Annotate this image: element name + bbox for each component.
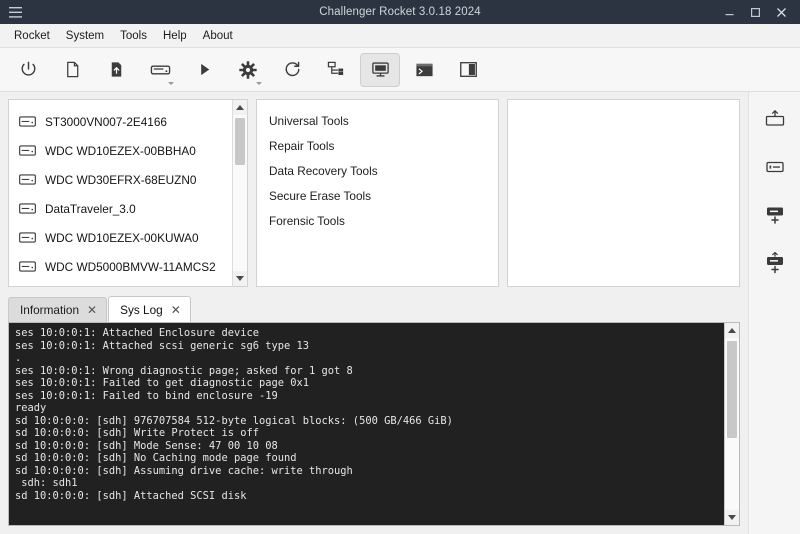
menu-item-tools[interactable]: Tools [112, 26, 155, 46]
list-item[interactable]: Secure Erase Tools [257, 183, 498, 208]
list-item[interactable]: Forensic Tools [257, 208, 498, 233]
drive-icon [19, 174, 37, 186]
list-item[interactable]: WDC WD5000BMVW-11AMCS2 [9, 252, 232, 281]
drive-icon [19, 116, 37, 128]
scroll-down-icon[interactable] [233, 271, 247, 286]
gear-icon[interactable] [228, 53, 268, 87]
scrollbar-thumb[interactable] [235, 118, 245, 165]
chevron-down-icon[interactable] [168, 81, 174, 85]
drives-panel: ST3000VN007-2E4166 WDC WD10EZEX-00BBHA0 [8, 99, 248, 287]
menu-bar: Rocket System Tools Help About [0, 24, 800, 48]
drive-label: WDC WD10EZEX-00KUWA0 [45, 230, 199, 245]
drive-eject-icon[interactable] [758, 106, 792, 132]
tab-label: Sys Log [120, 302, 163, 317]
tools-list[interactable]: Universal Tools Repair Tools Data Recove… [257, 100, 498, 286]
detail-panel[interactable] [507, 99, 740, 287]
drive-icon [19, 261, 37, 273]
top-panels: ST3000VN007-2E4166 WDC WD10EZEX-00BBHA0 [8, 99, 748, 287]
list-item[interactable]: ST3000VN007-2E4166 [9, 107, 232, 136]
content-column: ST3000VN007-2E4166 WDC WD10EZEX-00BBHA0 [0, 92, 748, 534]
drive-icon [19, 145, 37, 157]
tab-bar: Information ✕ Sys Log ✕ [8, 296, 748, 322]
window-controls [716, 0, 800, 24]
drive-icon[interactable] [140, 53, 180, 87]
drives-scrollbar[interactable] [232, 100, 247, 286]
menu-item-system[interactable]: System [58, 26, 112, 46]
app-window: Challenger Rocket 3.0.18 2024 Rocket Sys… [0, 0, 800, 534]
right-rail [748, 92, 800, 534]
drive-label: WDC WD30EFRX-68EUZN0 [45, 172, 197, 187]
list-item[interactable]: WDC WD30EFRX-68EUZN0 [9, 165, 232, 194]
drive-add-alt-icon[interactable] [758, 250, 792, 276]
network-tree-icon[interactable] [316, 53, 356, 87]
new-document-icon[interactable] [52, 53, 92, 87]
menu-item-help[interactable]: Help [155, 26, 195, 46]
tools-panel: Universal Tools Repair Tools Data Recove… [256, 99, 499, 287]
drive-icon [19, 203, 37, 215]
list-item[interactable]: WDC WD10EZEX-00BBHA0 [9, 136, 232, 165]
window-title: Challenger Rocket 3.0.18 2024 [319, 6, 481, 18]
monitor-icon[interactable] [360, 52, 400, 87]
terminal-icon[interactable] [404, 53, 444, 87]
close-icon[interactable]: ✕ [87, 304, 97, 316]
menu-item-rocket[interactable]: Rocket [6, 26, 58, 46]
chevron-down-icon[interactable] [256, 81, 262, 85]
refresh-icon[interactable] [272, 53, 312, 87]
minimize-icon[interactable] [716, 0, 742, 24]
drive-add-icon[interactable] [758, 202, 792, 228]
console-text-area[interactable]: ses 10:0:0:1: Attached Enclosure device … [9, 323, 724, 525]
list-item[interactable]: Universal Tools [257, 109, 498, 134]
scroll-down-icon[interactable] [725, 510, 739, 525]
tab-label: Information [20, 303, 80, 317]
list-item[interactable]: DataTraveler_3.0 [9, 194, 232, 223]
menu-item-about[interactable]: About [195, 26, 241, 46]
console-text: ses 10:0:0:1: Attached Enclosure device … [15, 327, 453, 502]
body-area: ST3000VN007-2E4166 WDC WD10EZEX-00BBHA0 [0, 92, 800, 534]
close-icon[interactable]: ✕ [171, 304, 181, 316]
maximize-icon[interactable] [742, 0, 768, 24]
tab-sys-log[interactable]: Sys Log ✕ [108, 296, 191, 322]
tab-information[interactable]: Information ✕ [8, 297, 108, 322]
drive-label: DataTraveler_3.0 [45, 201, 136, 216]
sys-log-console: ses 10:0:0:1: Attached Enclosure device … [8, 322, 740, 526]
scroll-up-icon[interactable] [233, 100, 247, 115]
scroll-up-icon[interactable] [725, 323, 739, 338]
toolbar [0, 48, 800, 92]
power-icon[interactable] [8, 53, 48, 87]
close-icon[interactable] [768, 0, 794, 24]
drives-list[interactable]: ST3000VN007-2E4166 WDC WD10EZEX-00BBHA0 [9, 100, 232, 286]
title-bar: Challenger Rocket 3.0.18 2024 [0, 0, 800, 24]
list-item[interactable]: WDC WD10EZEX-00KUWA0 [9, 223, 232, 252]
split-panel-icon[interactable] [448, 53, 488, 87]
scrollbar-thumb[interactable] [727, 341, 737, 438]
play-icon[interactable] [184, 53, 224, 87]
drive-info-icon[interactable] [758, 154, 792, 180]
drive-label: WDC WD10EZEX-00BBHA0 [45, 143, 196, 158]
drive-label: WDC WD5000BMVW-11AMCS2 [45, 259, 216, 274]
scrollbar-track[interactable] [233, 115, 247, 271]
detail-panel-content [508, 100, 739, 286]
list-item[interactable]: Data Recovery Tools [257, 159, 498, 184]
scrollbar-track[interactable] [725, 338, 739, 510]
drive-icon [19, 232, 37, 244]
hamburger-menu-icon[interactable] [0, 0, 30, 24]
file-upload-icon[interactable] [96, 53, 136, 87]
drive-label: ST3000VN007-2E4166 [45, 114, 167, 129]
list-item[interactable]: Repair Tools [257, 134, 498, 159]
console-scrollbar[interactable] [724, 323, 739, 525]
